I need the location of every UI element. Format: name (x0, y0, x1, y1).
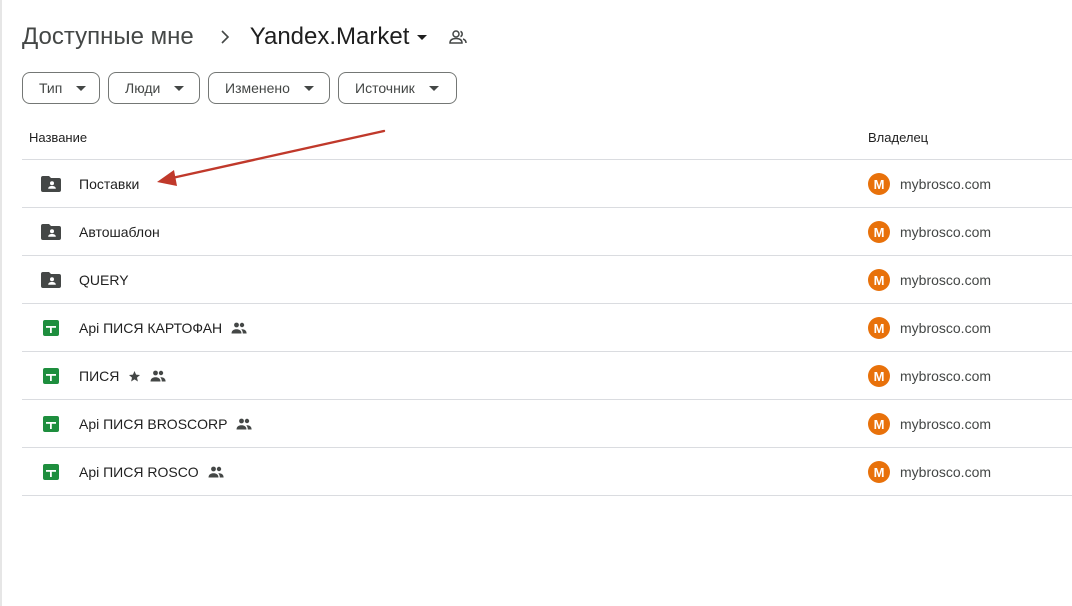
column-header-owner[interactable]: Владелец (868, 130, 928, 145)
owner-cell: Mmybrosco.com (868, 448, 991, 496)
filter-source-label: Источник (355, 80, 415, 96)
spreadsheet-icon (40, 461, 62, 483)
column-header-name[interactable]: Название (29, 130, 87, 145)
shared-people-icon (236, 418, 253, 430)
table-row[interactable]: ПИСЯ Mmybrosco.com (22, 352, 1072, 400)
file-name-cell: Автошаблон (40, 208, 160, 256)
file-list: Поставки Mmybrosco.com Автошаблон Mmybrosco… (22, 160, 1072, 496)
file-name-cell: ПИСЯ (40, 352, 166, 400)
owner-cell: Mmybrosco.com (868, 160, 991, 208)
owner-name: mybrosco.com (900, 224, 992, 240)
file-name-cell: QUERY (40, 256, 129, 304)
shared-folder-icon (40, 173, 62, 195)
shared-folder-icon (40, 221, 62, 243)
file-name: ПИСЯ (79, 368, 120, 384)
avatar: M (868, 461, 890, 483)
shared-folder-icon (40, 269, 62, 291)
spreadsheet-icon (40, 317, 62, 339)
owner-name: mybrosco.com (900, 368, 992, 384)
file-name-cell: Api ПИСЯ КАРТОФАН (40, 304, 247, 352)
owner-cell: Mmybrosco.com (868, 400, 991, 448)
star-icon (128, 370, 141, 383)
filter-people-chip[interactable]: Люди (108, 72, 200, 104)
file-name: Api ПИСЯ ROSCO (79, 464, 199, 480)
table-row[interactable]: QUERY Mmybrosco.com (22, 256, 1072, 304)
owner-cell: Mmybrosco.com (868, 304, 991, 352)
filter-modified-chip[interactable]: Изменено (208, 72, 330, 104)
owner-name: mybrosco.com (900, 176, 992, 192)
breadcrumb: Доступные мне Yandex.Market (22, 20, 468, 54)
shared-people-icon (150, 370, 166, 382)
breadcrumb-root[interactable]: Доступные мне (22, 23, 194, 51)
spreadsheet-icon (40, 413, 62, 435)
owner-name: mybrosco.com (900, 320, 992, 336)
shared-people-icon (231, 322, 247, 334)
owner-cell: Mmybrosco.com (868, 352, 991, 400)
avatar: M (868, 317, 890, 339)
chevron-down-icon (303, 85, 314, 91)
chevron-down-icon (174, 85, 185, 91)
chevron-down-icon (428, 85, 439, 91)
table-row[interactable]: Api ПИСЯ ROSCO Mmybrosco.com (22, 448, 1072, 496)
file-name: Автошаблон (79, 224, 160, 240)
filter-type-label: Тип (39, 80, 63, 96)
avatar: M (868, 365, 890, 387)
owner-name: mybrosco.com (900, 416, 992, 432)
file-name: Api ПИСЯ BROSCORP (79, 416, 228, 432)
table-row[interactable]: Api ПИСЯ КАРТОФАН Mmybrosco.com (22, 304, 1072, 352)
avatar: M (868, 173, 890, 195)
file-name: Поставки (79, 176, 140, 192)
filter-modified-label: Изменено (225, 80, 290, 96)
chevron-down-icon (76, 85, 87, 91)
filter-bar: Тип Люди Изменено Источник (22, 72, 457, 104)
file-name-cell: Поставки (40, 160, 139, 208)
avatar: M (868, 413, 890, 435)
chevron-down-icon (417, 34, 428, 40)
chevron-right-icon (218, 30, 232, 44)
file-name-cell: Api ПИСЯ BROSCORP (40, 400, 253, 448)
table-row[interactable]: Api ПИСЯ BROSCORP Mmybrosco.com (22, 400, 1072, 448)
avatar: M (868, 269, 890, 291)
owner-name: mybrosco.com (900, 272, 992, 288)
owner-name: mybrosco.com (900, 464, 992, 480)
file-name: Api ПИСЯ КАРТОФАН (79, 320, 223, 336)
table-row[interactable]: Поставки Mmybrosco.com (22, 160, 1072, 208)
owner-cell: Mmybrosco.com (868, 208, 991, 256)
avatar: M (868, 221, 890, 243)
owner-cell: Mmybrosco.com (868, 256, 991, 304)
file-name: QUERY (79, 272, 129, 288)
breadcrumb-current-label: Yandex.Market (249, 23, 410, 50)
table-header: Название Владелец (22, 120, 1072, 160)
filter-source-chip[interactable]: Источник (338, 72, 457, 104)
window-left-edge (0, 0, 2, 606)
people-outline-icon[interactable] (449, 30, 468, 44)
shared-people-icon (208, 466, 224, 478)
filter-people-label: Люди (125, 80, 161, 96)
file-name-cell: Api ПИСЯ ROSCO (40, 448, 224, 496)
filter-type-chip[interactable]: Тип (22, 72, 100, 104)
breadcrumb-current-folder[interactable]: Yandex.Market (250, 23, 428, 51)
spreadsheet-icon (40, 365, 62, 387)
table-row[interactable]: Автошаблон Mmybrosco.com (22, 208, 1072, 256)
